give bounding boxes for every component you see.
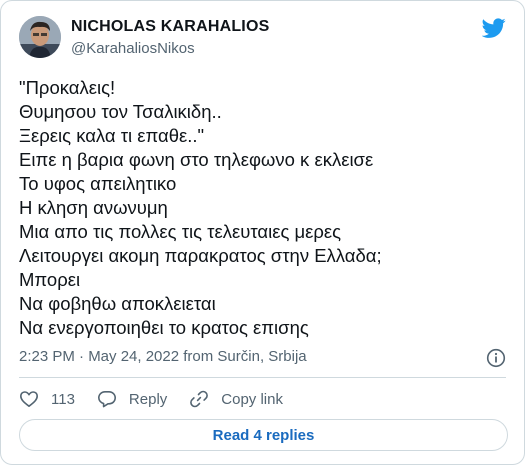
tweet-line: Λειτουργει ακομη παρακρατος στην Ελλαδα; (19, 245, 382, 266)
tweet-line: Το υφος απειλητικο (19, 173, 177, 194)
tweet-line: Να ενεργοποιηθει το κρατος επισης (19, 317, 309, 338)
copy-link-button[interactable]: Copy link (189, 389, 283, 409)
like-button[interactable]: 113 (19, 389, 75, 409)
read-replies-button[interactable]: Read 4 replies (19, 419, 508, 451)
info-icon[interactable] (486, 348, 506, 368)
tweet-line: Να φοβηθω αποκλειεται (19, 293, 216, 314)
avatar-photo (19, 16, 61, 58)
link-icon (190, 390, 209, 408)
tweet-line: "Προκαλεις! (19, 77, 116, 98)
reply-button[interactable]: Reply (97, 389, 167, 409)
heart-icon (20, 391, 38, 407)
author-name[interactable]: NICHOLAS KARAHALIOS (71, 18, 269, 36)
tweet-text: "Προκαλεις! Θυμησου τον Τσαλικιδη.. Ξερε… (19, 76, 509, 340)
reply-label: Reply (128, 390, 168, 408)
tweet-timestamp[interactable]: 2:23 PM · May 24, 2022 from Surčin, Srbi… (19, 348, 307, 365)
divider (19, 377, 506, 378)
tweet-card: NICHOLAS KARAHALIOS @KarahaliosNikos "Πρ… (0, 0, 525, 465)
author-handle[interactable]: @KarahaliosNikos (71, 40, 195, 57)
copy-link-label: Copy link (221, 390, 283, 408)
avatar[interactable] (19, 16, 61, 58)
speech-bubble-icon (97, 391, 116, 408)
like-count: 113 (51, 390, 75, 408)
twitter-bird-icon[interactable] (482, 16, 506, 40)
action-bar: 113 Reply Copy link (19, 388, 305, 410)
tweet-line: Μπορει (19, 269, 81, 290)
tweet-line: Μια απο τις πολλες τις τελευταιες μερες (19, 221, 342, 242)
tweet-line: Θυμησου τον Τσαλικιδη.. (19, 101, 222, 122)
tweet-line: Η κληση ανωνυμη (19, 197, 168, 218)
tweet-line: Ξερεις καλα τι επαθε.." (19, 125, 205, 146)
tweet-line: Ειπε η βαρια φωνη στο τηλεφωνο κ εκλεισε (19, 149, 374, 170)
